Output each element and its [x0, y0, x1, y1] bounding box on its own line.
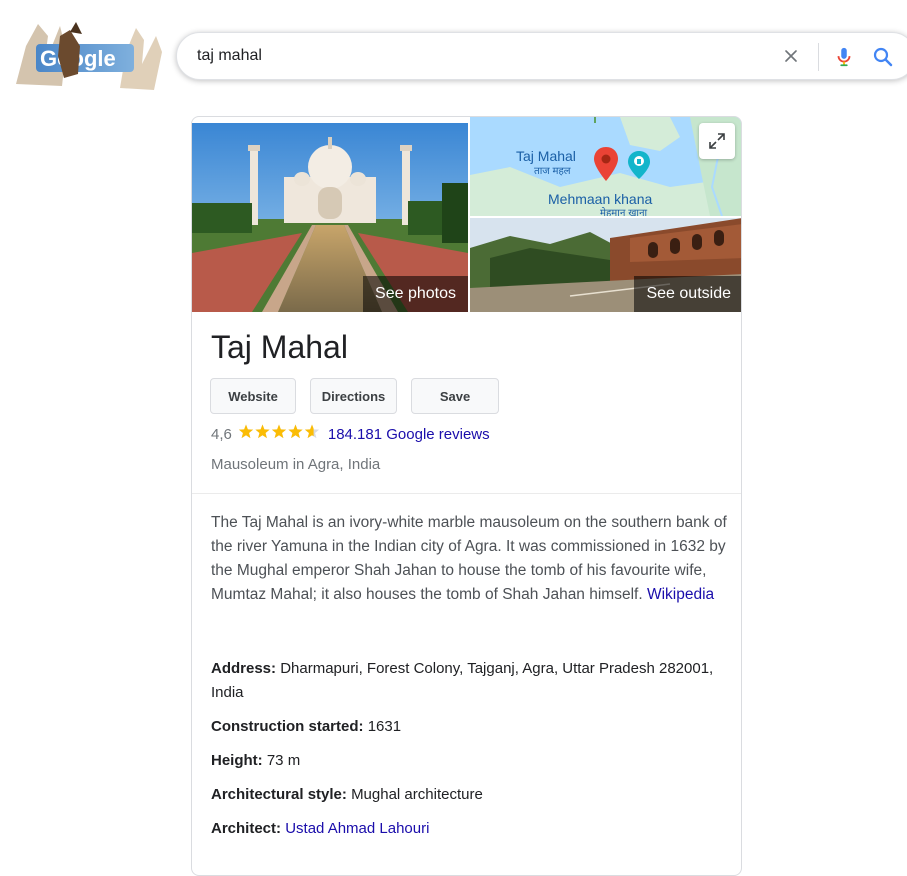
panel-subtitle: Mausoleum in Agra, India [211, 456, 381, 473]
fact-key: Height: [211, 752, 263, 769]
fact-architect: Architect: Ustad Ahmad Lahouri [211, 817, 731, 841]
close-icon[interactable] [781, 46, 801, 66]
rating-row: 4,6 184.181 Google reviews [211, 424, 490, 445]
attraction-pin-icon [628, 151, 650, 179]
search-bar [176, 32, 907, 80]
star-filled [288, 424, 303, 439]
google-reviews-link[interactable]: 184.181 Google reviews [328, 426, 490, 443]
street-view-preview[interactable]: See outside [470, 218, 741, 312]
fact-value: Mughal architecture [351, 786, 483, 803]
star-filled [271, 424, 286, 439]
map-pin-icon [594, 147, 618, 181]
map-label-taj-mahal: Taj Mahal [516, 148, 576, 164]
see-outside-button[interactable]: See outside [634, 276, 741, 312]
facts-list: Address: Dharmapuri, Forest Colony, Tajg… [211, 657, 731, 851]
expand-map-button[interactable] [699, 123, 735, 159]
map-label-mehmaan-khana-hindi: मेहमान खाना [600, 208, 648, 216]
fact-key: Address: [211, 660, 277, 677]
section-divider [192, 493, 741, 494]
search-input[interactable] [197, 33, 757, 79]
magnifier-icon[interactable] [871, 45, 895, 69]
fact-architectural-style: Architectural style: Mughal architecture [211, 783, 731, 807]
see-outside-label: See outside [646, 285, 731, 302]
fact-value: Dharmapuri, Forest Colony, Tajganj, Agra… [211, 660, 714, 701]
map-label-taj-mahal-hindi: ताज महल [534, 166, 571, 177]
save-button[interactable]: Save [411, 378, 499, 414]
see-photos-label: See photos [375, 285, 456, 302]
fact-key: Architect: [211, 820, 282, 837]
fact-key: Construction started: [211, 718, 364, 735]
action-buttons: Website Directions Save [210, 378, 499, 414]
wikipedia-link[interactable]: Wikipedia [647, 586, 714, 603]
panel-media: See photos Taj Mahal ताज महल Mehmaan kha… [192, 117, 741, 312]
fact-address: Address: Dharmapuri, Forest Colony, Tajg… [211, 657, 731, 705]
fact-key: Architectural style: [211, 786, 347, 803]
architect-link[interactable]: Ustad Ahmad Lahouri [285, 820, 429, 837]
stars-graphic [238, 424, 319, 439]
star-filled [238, 424, 253, 439]
map-preview[interactable]: Taj Mahal ताज महल Mehmaan khana मेहमान ख… [470, 117, 741, 216]
panel-description: The Taj Mahal is an ivory-white marble m… [211, 511, 731, 607]
see-photos-button[interactable]: See photos [363, 276, 468, 312]
star-filled [255, 424, 270, 439]
star-rating-icon [238, 424, 322, 445]
fact-value: 1631 [367, 718, 402, 735]
main-photo[interactable]: See photos [192, 123, 468, 312]
fact-value: 73 m [266, 752, 301, 769]
search-divider [818, 43, 819, 71]
rating-value: 4,6 [211, 426, 232, 443]
fact-construction-started: Construction started: 1631 [211, 715, 731, 739]
panel-title: Taj Mahal [211, 329, 348, 365]
google-doodle-logo[interactable]: Google [8, 6, 168, 102]
knowledge-panel: See photos Taj Mahal ताज महल Mehmaan kha… [191, 116, 742, 876]
website-button[interactable]: Website [210, 378, 296, 414]
microphone-icon[interactable] [833, 45, 855, 69]
expand-icon [709, 133, 725, 149]
directions-button[interactable]: Directions [310, 378, 397, 414]
fact-height: Height: 73 m [211, 749, 731, 773]
search-header: Google [0, 0, 907, 110]
